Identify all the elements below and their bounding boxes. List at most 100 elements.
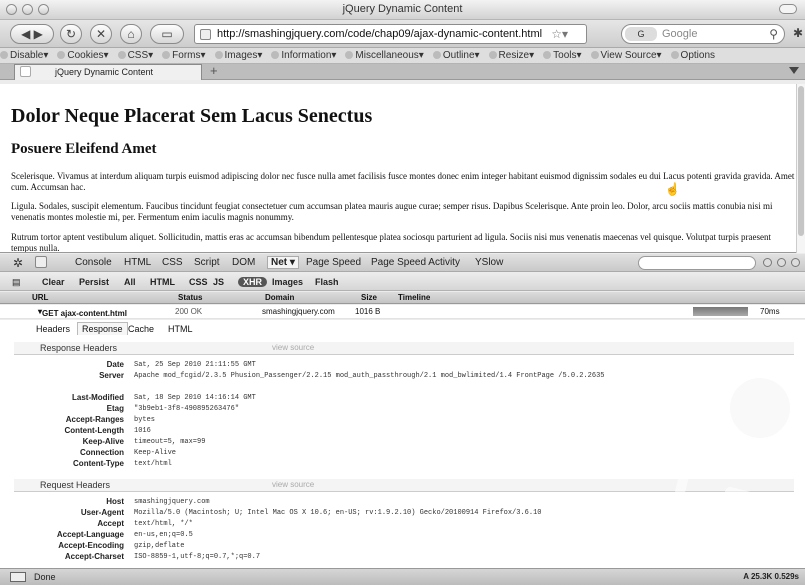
web-developer-toolbar: Disable ▾ Cookies ▾ CSS ▾ Forms ▾ Images ▾ In… [0, 48, 805, 64]
firebug-detach-button[interactable] [777, 258, 786, 267]
response-header-value: Apache mod_fcgid/2.3.5 Phusion_Passenger… [134, 372, 605, 380]
column-size[interactable]: Size [361, 293, 377, 302]
home-button[interactable]: ⌂ [120, 24, 142, 44]
response-header-value: Keep-Alive [134, 449, 177, 457]
detail-tab-html[interactable]: HTML [168, 324, 193, 334]
firebug-bug-icon[interactable]: ✲ [13, 256, 23, 270]
detail-tab-cache[interactable]: Cache [128, 324, 154, 334]
tab-strip: jQuery Dynamic Content + [0, 64, 805, 80]
panel-layout-icon[interactable]: ▤ [12, 277, 21, 288]
wrench-icon [543, 51, 552, 59]
tab-list-arrow-icon[interactable] [789, 67, 799, 74]
page-subheading: Posuere Eleifend Amet [11, 141, 157, 157]
addon-icon[interactable]: ✱ [792, 24, 804, 44]
new-tab-button[interactable]: + [210, 64, 218, 78]
firebug-tab-net[interactable]: Net ▾ [267, 256, 299, 269]
request-headers-section[interactable]: Request Headers view source [14, 479, 794, 492]
search-magnifier-icon[interactable]: ⚲ [769, 25, 778, 43]
firebug-status-icon[interactable] [10, 572, 26, 582]
request-header-name: Accept-Encoding [58, 541, 124, 550]
title-bar: jQuery Dynamic Content [0, 0, 805, 20]
response-header-name: Server [99, 371, 124, 380]
stop-icon: ✕ [95, 27, 107, 41]
reload-button[interactable]: ↻ [60, 24, 82, 44]
column-domain[interactable]: Domain [265, 293, 294, 302]
page-actions-button[interactable]: ▭ [150, 24, 184, 44]
tab-label: jQuery Dynamic Content [55, 67, 154, 77]
request-detail-panel: Headers Response Cache HTML Response Header… [0, 320, 805, 568]
request-header-name: Accept-Language [56, 530, 124, 539]
status-bar: Done A 25.3K 0.529s [0, 568, 805, 585]
cookie-icon [57, 51, 66, 59]
firebug-panel-tabs: ✲ Console HTML CSS Script DOM Net ▾ Page Speed… [0, 254, 805, 272]
detail-tab-response[interactable]: Response [77, 322, 128, 335]
detail-tab-headers[interactable]: Headers [36, 324, 70, 334]
favicon-icon [200, 29, 211, 40]
devtool-options[interactable]: Options [670, 48, 715, 63]
response-header-name: Content-Length [64, 426, 124, 435]
filter-clear[interactable]: Clear [42, 277, 65, 287]
page-scrollbar[interactable] [796, 84, 805, 253]
devtool-disable[interactable]: Disable ▾ [0, 48, 48, 63]
column-status[interactable]: Status [178, 293, 202, 302]
devtool-view-source[interactable]: View Source ▾ [590, 48, 662, 63]
devtool-label: Forms [172, 50, 201, 61]
page-content: Dolor Neque Placerat Sem Lacus Senectus … [0, 84, 805, 253]
firebug-tab-page-speed[interactable]: Page Speed [306, 257, 361, 268]
devtool-images[interactable]: Images ▾ [214, 48, 262, 63]
search-box[interactable]: G Google ⚲ [621, 24, 785, 44]
firebug-tab-dom[interactable]: DOM [232, 257, 255, 268]
filter-all[interactable]: All [124, 277, 136, 287]
firebug-tab-page-speed-activity[interactable]: Page Speed Activity [371, 257, 460, 268]
filter-html[interactable]: HTML [150, 277, 175, 287]
dropdown-arrow-icon: ▾ [474, 50, 480, 61]
devtool-label: Cookies [67, 50, 104, 61]
status-text: Done [34, 572, 56, 582]
firebug-tab-console[interactable]: Console [75, 257, 112, 268]
filter-flash[interactable]: Flash [315, 277, 339, 287]
toolbar-toggle-button[interactable] [779, 4, 797, 14]
inspect-icon[interactable] [35, 256, 47, 268]
column-timeline[interactable]: Timeline [398, 293, 430, 302]
devtool-label: Miscellaneous [355, 50, 419, 61]
filter-css[interactable]: CSS [189, 277, 208, 287]
paragraph-2: Ligula. Sodales, suscipit elementum. Fau… [11, 201, 773, 222]
devtool-tools[interactable]: Tools ▾ [543, 48, 582, 63]
devtool-miscellaneous[interactable]: Miscellaneous ▾ [345, 48, 424, 63]
net-request-row[interactable]: ▾ GET ajax-content.html 200 OK smashingj… [0, 305, 805, 319]
firebug-search-input[interactable] [638, 256, 756, 270]
response-header-name: Connection [80, 448, 124, 457]
firebug-tab-script[interactable]: Script [194, 257, 220, 268]
resize-icon [488, 51, 497, 59]
bookmark-star-icon[interactable]: ☆▾ [551, 25, 568, 43]
address-bar[interactable]: http://smashingjquery.com/code/chap09/aj… [194, 24, 587, 44]
stop-button[interactable]: ✕ [90, 24, 112, 44]
request-header-value: gzip,deflate [134, 542, 185, 550]
devtool-cookies[interactable]: Cookies ▾ [57, 48, 109, 63]
search-engine-selector[interactable]: G [625, 27, 657, 41]
firebug-tab-html[interactable]: HTML [124, 257, 151, 268]
devtool-forms[interactable]: Forms ▾ [162, 48, 206, 63]
devtool-outline[interactable]: Outline ▾ [432, 48, 480, 63]
tab-jquery-dynamic-content[interactable]: jQuery Dynamic Content [14, 64, 202, 80]
scrollbar-thumb[interactable] [798, 86, 804, 236]
dropdown-arrow-icon: ▾ [200, 50, 206, 61]
column-url[interactable]: URL [32, 293, 48, 302]
filter-xhr[interactable]: XHR [238, 277, 268, 287]
back-forward-button[interactable]: ◀ ▶ [10, 24, 54, 44]
filter-js[interactable]: JS [213, 277, 224, 287]
devtool-resize[interactable]: Resize ▾ [488, 48, 534, 63]
response-headers-section[interactable]: Response Headers view source [14, 342, 794, 355]
filter-persist[interactable]: Persist [79, 277, 109, 287]
firebug-tab-yslow[interactable]: YSlow [475, 257, 503, 268]
yslow-status[interactable]: A 25.3K 0.529s [743, 572, 799, 581]
response-view-source-link[interactable]: view source [272, 342, 314, 354]
devtool-information[interactable]: Information ▾ [271, 48, 336, 63]
request-view-source-link[interactable]: view source [272, 479, 314, 491]
firebug-close-button[interactable] [791, 258, 800, 267]
devtool-css[interactable]: CSS ▾ [117, 48, 153, 63]
filter-images[interactable]: Images [272, 277, 303, 287]
firebug-minimize-button[interactable] [763, 258, 772, 267]
firebug-tab-css[interactable]: CSS [162, 257, 183, 268]
reload-icon: ↻ [65, 27, 77, 41]
